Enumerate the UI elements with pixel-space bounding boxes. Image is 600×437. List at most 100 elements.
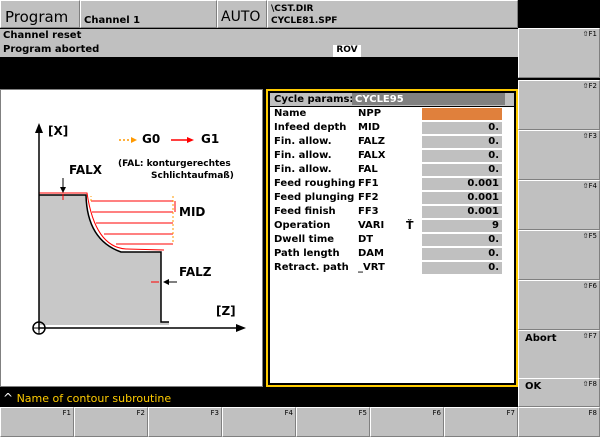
- fkey-label: F5: [358, 409, 367, 417]
- param-row-dam: Path length DAM 0.: [270, 247, 514, 261]
- param-input-dt[interactable]: 0.: [422, 234, 502, 246]
- softkey-shift-f5[interactable]: ⇧F5: [518, 230, 600, 280]
- param-label: Fin. allow.: [274, 150, 332, 161]
- param-code: FF3: [358, 206, 379, 217]
- param-input-ff2[interactable]: 0.001: [422, 192, 502, 204]
- param-code: FF2: [358, 192, 379, 203]
- panel-title: Cycle params:: [274, 94, 354, 105]
- cycle-diagram: [X] [Z] G0 G1 FALX MID FALZ (FAL: kontur…: [0, 89, 263, 387]
- param-input-vrt[interactable]: 0.: [422, 262, 502, 274]
- program-status: Program aborted: [0, 43, 518, 57]
- x-axis-arrow-icon: [35, 123, 43, 133]
- param-label: Feed roughing: [274, 178, 356, 189]
- param-code: NPP: [358, 108, 382, 119]
- fkey-label: ⇧F8: [582, 380, 597, 388]
- param-input-fal[interactable]: 0.: [422, 164, 502, 176]
- param-label: Retract. path: [274, 262, 349, 273]
- softkey-shift-f3[interactable]: ⇧F3: [518, 130, 600, 180]
- fkey-label: ⇧F5: [582, 232, 597, 240]
- abort-softkey[interactable]: ⇧F7 Abort: [518, 330, 600, 380]
- fkey-label: F6: [432, 409, 441, 417]
- g0-legend-label: G0: [142, 132, 161, 146]
- cycle-name: CYCLE95: [352, 93, 505, 105]
- param-code: _VRT: [358, 262, 385, 273]
- param-label: Infeed depth: [274, 122, 347, 133]
- ok-softkey[interactable]: ⇧F8 OK: [518, 378, 600, 407]
- softkey-f2[interactable]: F2: [74, 407, 148, 437]
- g1-legend-label: G1: [201, 132, 220, 146]
- hint-line: ^ Name of contour subroutine: [0, 389, 518, 407]
- param-row-dt: Dwell time DT 0.: [270, 233, 514, 247]
- softkey-shift-f6[interactable]: ⇧F6: [518, 280, 600, 330]
- softkey-shift-f1[interactable]: ⇧F1: [518, 28, 600, 78]
- param-code: FALX: [358, 150, 386, 161]
- softkey-shift-f4[interactable]: ⇧F4: [518, 180, 600, 230]
- param-code: MID: [358, 122, 380, 133]
- workpiece-shape: [39, 195, 169, 325]
- fkey-label: ⇧F6: [582, 282, 597, 290]
- softkey-f4[interactable]: F4: [222, 407, 296, 437]
- fkey-label: ⇧F1: [582, 30, 597, 38]
- param-row-ff3: Feed finish FF3 0.001: [270, 205, 514, 219]
- param-label: Feed plunging: [274, 192, 355, 203]
- param-input-ff3[interactable]: 0.001: [422, 206, 502, 218]
- panel-header: Cycle params: CYCLE95: [270, 93, 514, 106]
- channel-status: Channel reset: [0, 29, 518, 43]
- softkey-f3[interactable]: F3: [148, 407, 222, 437]
- g1-arrow-icon: [187, 137, 194, 143]
- z-axis-arrow-icon: [236, 324, 246, 332]
- param-code: FAL: [358, 164, 378, 175]
- caret-up-icon: ^: [3, 391, 14, 405]
- falx-label: FALX: [69, 163, 103, 177]
- softkey-f6[interactable]: F6: [370, 407, 444, 437]
- turning-diagram-svg: [32, 123, 246, 335]
- z-axis-label: [Z]: [216, 304, 236, 318]
- fkey-label: ⇧F4: [582, 182, 597, 190]
- param-code: DAM: [358, 248, 384, 259]
- falz-label: FALZ: [179, 265, 212, 279]
- fkey-label: F2: [136, 409, 145, 417]
- hint-text: Name of contour subroutine: [16, 392, 172, 405]
- softkey-label: Abort: [525, 333, 557, 344]
- mid-label: MID: [179, 205, 206, 219]
- falz-arrow-icon: [163, 279, 169, 285]
- param-input-falz[interactable]: 0.: [422, 136, 502, 148]
- softkey-f7[interactable]: F7: [444, 407, 518, 437]
- params-list: Name NPP Infeed depth MID 0. Fin. allow.…: [270, 107, 514, 383]
- program-dir: \CST.DIR: [271, 4, 314, 14]
- param-input-falx[interactable]: 0.: [422, 150, 502, 162]
- softkey-f8[interactable]: F8: [518, 407, 600, 437]
- param-label: Fin. allow.: [274, 136, 332, 147]
- fkey-label: F8: [588, 409, 597, 417]
- param-label: Fin. allow.: [274, 164, 332, 175]
- param-input-dam[interactable]: 0.: [422, 248, 502, 260]
- x-axis-label: [X]: [48, 124, 69, 138]
- fkey-label: F4: [284, 409, 293, 417]
- fkey-label: ⇧F3: [582, 132, 597, 140]
- param-row-falz: Fin. allow. FALZ 0.: [270, 135, 514, 149]
- rov-indicator: ROV: [333, 45, 361, 57]
- falx-arrow-icon: [60, 187, 66, 193]
- softkey-f5[interactable]: F5: [296, 407, 370, 437]
- softkey-shift-f2[interactable]: ⇧F2: [518, 80, 600, 130]
- param-row-npp: Name NPP: [270, 107, 514, 121]
- fkey-label: F7: [506, 409, 515, 417]
- param-input-ff1[interactable]: 0.001: [422, 178, 502, 190]
- softkey-f1[interactable]: F1: [0, 407, 74, 437]
- param-row-ff1: Feed roughing FF1 0.001: [270, 177, 514, 191]
- fal-note-line1: (FAL: konturgerechtes: [118, 159, 231, 169]
- param-label: Feed finish: [274, 206, 336, 217]
- param-input-npp[interactable]: [422, 108, 502, 120]
- param-row-falx: Fin. allow. FALX 0.: [270, 149, 514, 163]
- param-input-mid[interactable]: 0.: [422, 122, 502, 134]
- fkey-label: F3: [210, 409, 219, 417]
- toggle-cursor-icon: Ť: [406, 219, 414, 232]
- program-status-text: Program aborted: [3, 44, 100, 55]
- param-code: VARI: [358, 220, 385, 231]
- param-label: Dwell time: [274, 234, 335, 245]
- param-label: Operation: [274, 220, 331, 231]
- param-input-vari[interactable]: 9: [422, 220, 502, 232]
- softkey-label: OK: [525, 381, 542, 392]
- fkey-label: ⇧F7: [582, 332, 597, 340]
- param-row-mid: Infeed depth MID 0.: [270, 121, 514, 135]
